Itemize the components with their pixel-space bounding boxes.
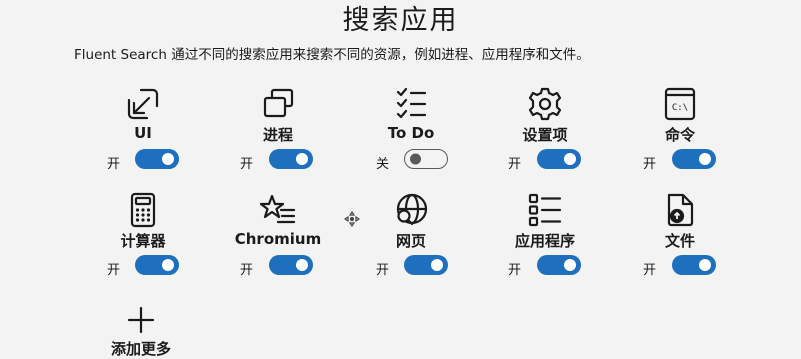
app-label: 计算器 — [120, 232, 166, 250]
toggle-state-label: 开 — [508, 263, 522, 278]
toggle-state-label: 关 — [376, 157, 390, 172]
app-label: To Do — [387, 124, 435, 142]
toggle-knob — [410, 153, 421, 165]
move-cursor-icon — [343, 210, 361, 228]
toggle-knob — [296, 153, 308, 165]
toggle-state-label: 开 — [240, 263, 254, 278]
toggle-knob — [564, 153, 576, 165]
app-label: 网页 — [395, 232, 426, 250]
plus-icon — [126, 305, 156, 335]
toggle-knob — [699, 259, 711, 271]
toggle-state-label: 开 — [376, 263, 390, 278]
web-search-icon — [393, 192, 429, 228]
app-toggle-chromium[interactable] — [269, 255, 313, 275]
toggle-knob — [162, 259, 174, 271]
calculator-icon — [125, 192, 161, 228]
app-toggle-calculator[interactable] — [135, 255, 179, 275]
app-toggle-web[interactable] — [404, 255, 448, 275]
toggle-state-label: 开 — [643, 263, 657, 278]
app-label: UI — [134, 124, 152, 142]
toggle-knob — [699, 153, 711, 165]
page-title: 搜索应用 — [342, 5, 459, 36]
toggle-state-label: 开 — [508, 157, 522, 172]
app-label: 应用程序 — [514, 232, 575, 250]
app-toggle-applications[interactable] — [537, 255, 581, 275]
app-label: 命令 — [664, 126, 695, 144]
toggle-state-label: 开 — [107, 157, 121, 172]
app-toggle-todo[interactable] — [404, 149, 448, 169]
app-toggle-command[interactable] — [672, 149, 716, 169]
app-label: 设置项 — [522, 126, 568, 144]
svg-text:C:\: C:\ — [672, 103, 688, 113]
app-toggle-files[interactable] — [672, 255, 716, 275]
toggle-state-label: 开 — [240, 157, 254, 172]
toggle-knob — [162, 153, 174, 165]
toggle-knob — [431, 259, 443, 271]
add-more-label: 添加更多 — [110, 340, 171, 358]
toggle-state-label: 开 — [643, 157, 657, 172]
app-label: Chromium — [234, 230, 322, 248]
gear-icon — [527, 86, 563, 122]
app-toggle-settings[interactable] — [537, 149, 581, 169]
app-toggle-ui[interactable] — [135, 149, 179, 169]
app-label: 文件 — [664, 232, 695, 250]
todo-list-icon — [393, 86, 429, 122]
toggle-knob — [296, 259, 308, 271]
toggle-state-label: 开 — [107, 263, 121, 278]
command-prompt-icon: C:\ — [662, 86, 698, 122]
file-icon — [662, 192, 698, 228]
app-list-icon — [527, 192, 563, 228]
app-toggle-processes[interactable] — [269, 149, 313, 169]
toggle-knob — [564, 259, 576, 271]
app-label: 进程 — [262, 126, 293, 144]
ui-arrow-icon — [125, 86, 161, 122]
star-list-icon — [260, 192, 296, 228]
page-description: Fluent Search 通过不同的搜索应用来搜索不同的资源，例如进程、应用程… — [74, 47, 590, 63]
processes-icon — [260, 86, 296, 122]
